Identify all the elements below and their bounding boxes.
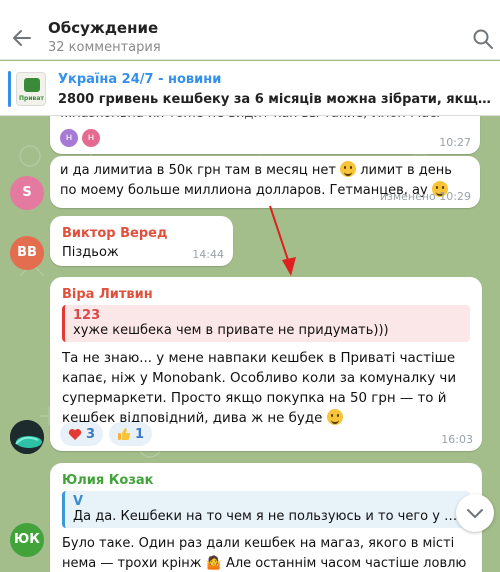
chat-area[interactable]: ...лазкольна их тоже не видит как вы так… [0, 116, 500, 572]
thumbnail-label: Приват [19, 95, 44, 102]
privat-logo-icon [24, 78, 40, 92]
annotation-arrow [269, 205, 296, 276]
reaction-heart[interactable]: 3 [60, 422, 104, 446]
reaction-avatar[interactable]: н [60, 129, 78, 147]
avatar-image-icon [10, 420, 44, 454]
author-name[interactable]: Віра Литвин [62, 287, 153, 302]
message-bubble[interactable]: и да лимитиа в 50к грн там в месяц нет л… [50, 156, 480, 208]
reactions-row: н н [60, 129, 100, 147]
post-text: 2800 гривень кешбеку за 6 місяців можна … [58, 92, 494, 107]
search-icon[interactable] [472, 28, 494, 50]
reply-text: Да да. Кешбеки на то чем я не пользуюсь … [73, 509, 462, 524]
reply-author: 123 [73, 308, 101, 323]
reply-quote[interactable]: V Да да. Кешбеки на то чем я не пользуюс… [62, 491, 470, 528]
message-bubble[interactable]: Віра Литвин 123 хуже кешбека чем в прива… [50, 277, 482, 451]
message-text: Було таке. Один раз дали кешбек на магаз… [62, 536, 467, 571]
author-name[interactable]: Виктор Веред [62, 226, 168, 241]
heart-icon [68, 428, 82, 440]
chevron-down-icon [467, 509, 483, 518]
message-bubble[interactable]: Виктор Веред Піздьож 14:44 [50, 216, 233, 266]
message-time: 10:27 [439, 136, 471, 149]
message-time: 16:03 [441, 433, 473, 446]
reply-author: V [73, 494, 84, 509]
reaction-thumbs-up[interactable]: 1 [109, 422, 153, 446]
message-time: 14:44 [192, 248, 224, 261]
message-text-part: и да лимитиа в 50к грн там в месяц нет [60, 163, 336, 178]
scroll-down-button[interactable] [456, 494, 494, 532]
page-title: Обсуждение [48, 19, 159, 37]
pinned-accent-bar [8, 71, 11, 107]
comment-count: 32 комментария [48, 40, 161, 55]
message-text: Піздьож [62, 245, 119, 260]
avatar[interactable]: BB [10, 236, 44, 270]
message-edited-time: изменено 10:29 [379, 190, 471, 203]
reaction-count: 3 [86, 426, 96, 442]
reactions-row: 3 1 [60, 422, 153, 446]
message-text: ...лазкольна их тоже не видит как вы так… [60, 116, 440, 124]
reply-text: хуже кешбека чем в привате не придумать)… [73, 323, 389, 338]
avatar[interactable] [10, 420, 44, 454]
reply-quote[interactable]: 123 хуже кешбека чем в привате не придум… [62, 305, 470, 342]
message-bubble[interactable]: ...лазкольна их тоже не видит как вы так… [50, 116, 480, 154]
thumbs-up-icon [118, 428, 131, 440]
back-arrow-icon[interactable] [10, 26, 34, 50]
channel-post-preview[interactable]: Приват Україна 24/7 - новини 2800 гривен… [0, 61, 500, 116]
avatar[interactable]: ЮК [10, 523, 44, 557]
message-bubble[interactable]: Юлия Козак V Да да. Кешбеки на то чем я … [50, 463, 482, 572]
author-name[interactable]: Юлия Козак [62, 473, 153, 488]
reaction-avatar[interactable]: н [82, 129, 100, 147]
discussion-header: Обсуждение 32 комментария [0, 0, 500, 60]
grin-sweat-emoji-icon [326, 409, 343, 425]
reaction-count: 1 [135, 426, 145, 442]
message-text-body: Та не знаю... у мене навпаки кешбек в Пр… [62, 351, 457, 426]
message-text: Та не знаю... у мене навпаки кешбек в Пр… [62, 349, 474, 429]
avatar[interactable]: S [10, 176, 44, 210]
channel-name: Україна 24/7 - новини [58, 72, 222, 87]
smile-emoji-icon [340, 161, 357, 177]
post-thumbnail: Приват [16, 72, 46, 106]
